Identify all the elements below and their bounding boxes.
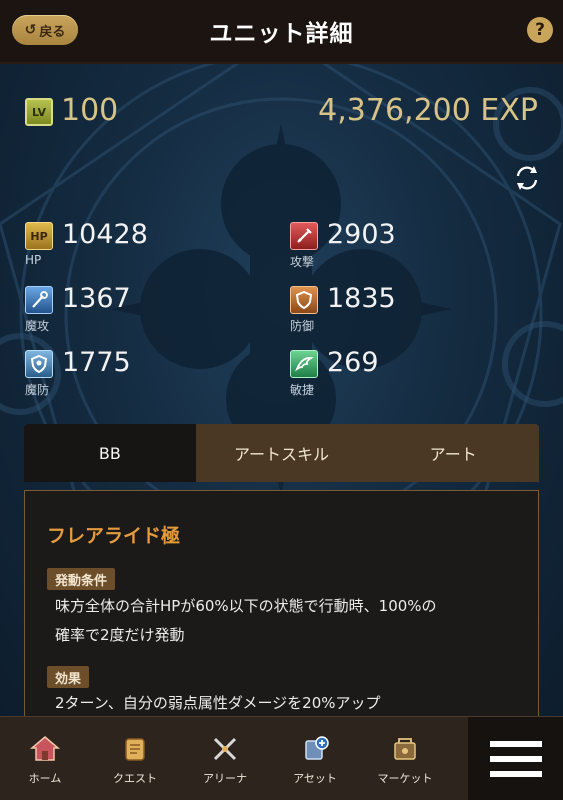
stat-magic-attack-label: 魔攻 [25, 319, 50, 333]
stat-magic-defense-label: 魔防 [25, 383, 50, 397]
nav-arena-label: アリーナ [203, 771, 247, 785]
staff-icon [25, 286, 53, 314]
nav-arena[interactable]: アリーナ [180, 717, 270, 800]
nav-quest-label: クエスト [113, 771, 157, 785]
nav-asset[interactable]: アセット [270, 717, 360, 800]
stat-attack-label: 攻撃 [290, 255, 315, 269]
stat-attack: 2903 攻撃 [290, 219, 540, 282]
home-icon [29, 733, 61, 765]
back-arrow-icon: ↺ [24, 22, 37, 38]
crossed-swords-icon [209, 733, 241, 765]
stat-agility: 269 敏捷 [290, 347, 540, 410]
shield-icon [290, 286, 318, 314]
skill-panel: フレアライド極 発動条件 味方全体の合計HPが60%以下の状態で行動時、100%… [24, 490, 539, 730]
sword-icon [290, 222, 318, 250]
menu-bar [489, 741, 542, 747]
stat-defense-value: 1835 [327, 283, 396, 314]
stat-magic-attack-value: 1367 [62, 283, 131, 314]
menu-bar [489, 771, 542, 777]
stat-defense: 1835 防御 [290, 283, 540, 346]
stat-magic-attack: 1367 魔攻 [25, 283, 275, 346]
tab-art-skill[interactable]: アートスキル [196, 424, 368, 482]
stat-magic-defense: 1775 魔防 [25, 347, 275, 410]
nav-home[interactable]: ホーム [0, 717, 90, 800]
effect-tag: 効果 [47, 666, 90, 688]
help-icon[interactable]: ? [527, 17, 553, 43]
nav-quest[interactable]: クエスト [90, 717, 180, 800]
condition-text-line2: 確率で2度だけ発動 [55, 626, 185, 644]
hamburger-menu-icon[interactable] [468, 717, 563, 800]
nav-market[interactable]: マーケット [360, 717, 450, 800]
effect-text-line1: 2ターン、自分の弱点属性ダメージを20%アップ [55, 694, 381, 712]
back-button-label: 戻る [39, 24, 66, 40]
stat-hp-value: 10428 [62, 219, 148, 250]
level-value: 100 [61, 93, 119, 128]
menu-bar [489, 756, 542, 762]
condition-tag: 発動条件 [47, 568, 116, 590]
stat-hp: HP 10428 HP [25, 219, 275, 282]
hp-icon: HP [25, 222, 53, 250]
scroll-icon [119, 733, 151, 765]
wing-icon [290, 350, 318, 378]
nav-market-label: マーケット [377, 771, 433, 785]
exp-value: 4,376,200 EXP [318, 93, 538, 128]
back-button[interactable]: ↺ 戻る [12, 15, 78, 45]
detail-tabs: BB アートスキル アート [24, 424, 539, 482]
magic-shield-icon [25, 350, 53, 378]
header-bar: ↺ 戻る ユニット詳細 ? [0, 0, 563, 64]
stat-hp-label: HP [25, 253, 42, 267]
condition-text-line1: 味方全体の合計HPが60%以下の状態で行動時、100%の [55, 597, 437, 615]
skill-name: フレアライド極 [47, 525, 181, 547]
stat-agility-value: 269 [327, 347, 379, 378]
nav-asset-label: アセット [293, 771, 337, 785]
page-title: ユニット詳細 [209, 21, 354, 47]
tab-bb[interactable]: BB [24, 424, 196, 482]
refresh-icon[interactable] [512, 163, 542, 193]
tab-art[interactable]: アート [367, 424, 539, 482]
level-badge-icon: LV [25, 98, 53, 126]
stat-defense-label: 防御 [290, 319, 315, 333]
stat-agility-label: 敏捷 [290, 383, 315, 397]
asset-icon [299, 733, 331, 765]
stat-magic-defense-value: 1775 [62, 347, 131, 378]
bottom-nav: ホーム クエスト アリーナ アセット マーケット [0, 716, 563, 800]
stat-attack-value: 2903 [327, 219, 396, 250]
nav-home-label: ホーム [28, 771, 62, 785]
market-icon [389, 733, 421, 765]
